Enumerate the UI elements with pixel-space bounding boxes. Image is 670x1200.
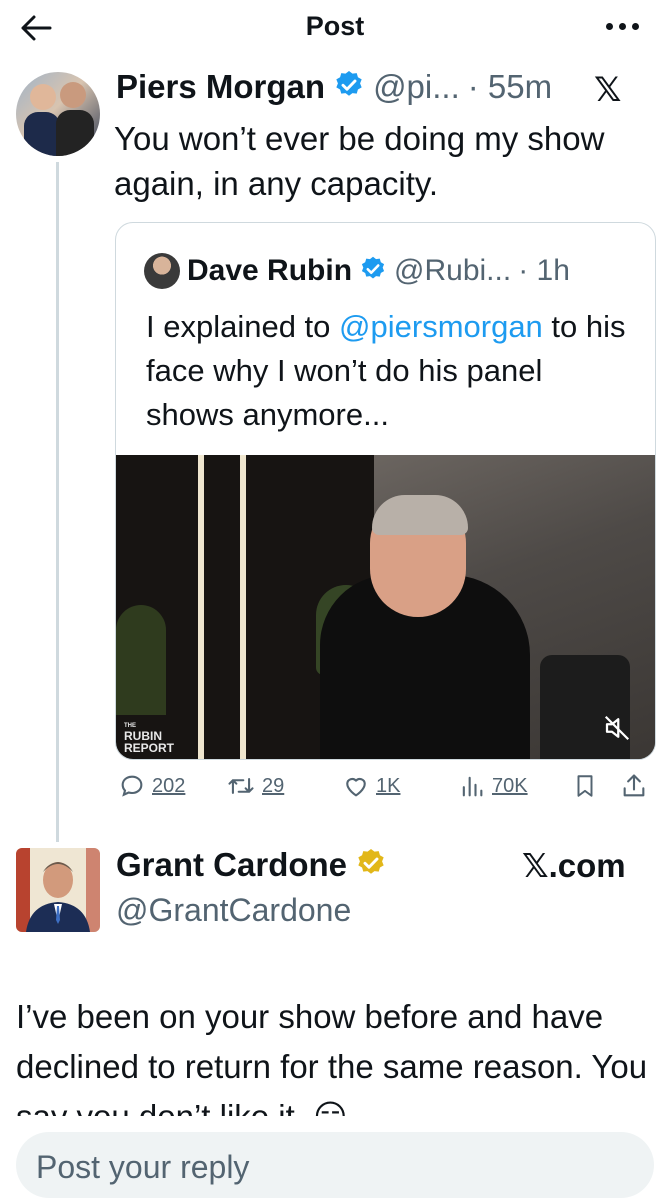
reply-action[interactable]: 202	[118, 772, 185, 800]
repost-action[interactable]: 29	[226, 772, 284, 800]
repost-count: 29	[262, 774, 285, 797]
share-action[interactable]	[620, 772, 648, 800]
video-player[interactable]: THE RUBIN REPORT	[116, 455, 655, 759]
watermark-line2: REPORT	[124, 741, 175, 755]
share-icon	[623, 774, 645, 797]
x-logo-icon: 𝕏	[594, 70, 622, 110]
bookmark-action[interactable]	[572, 772, 598, 800]
thread-line	[56, 162, 59, 842]
reply-avatar[interactable]	[16, 848, 100, 932]
post-header: Piers Morgan @pi... · 55m	[116, 68, 552, 106]
author-handle[interactable]: @pi...	[373, 68, 460, 106]
views-action[interactable]: 70K	[458, 772, 528, 800]
quoted-post-text: I explained to @piersmorgan to his face …	[146, 305, 626, 437]
reply-header: Grant Cardone	[116, 846, 387, 884]
quoted-text-part: I explained to	[146, 309, 340, 344]
bookmark-icon	[577, 775, 593, 797]
like-action[interactable]: 1K	[342, 772, 400, 800]
reply-input[interactable]: Post your reply	[16, 1132, 654, 1198]
post-actions: 202 29 1K 70K	[114, 772, 654, 812]
heart-icon	[346, 777, 366, 797]
more-options-icon[interactable]	[600, 8, 644, 44]
view-count: 70K	[492, 774, 528, 797]
repost-icon	[228, 778, 254, 794]
post-text: You won’t ever be doing my show again, i…	[114, 120, 605, 202]
mute-icon[interactable]	[602, 713, 632, 743]
page-title: Post	[305, 11, 365, 41]
reply-input-placeholder[interactable]: Post your reply	[36, 1149, 249, 1186]
quoted-author-name: Dave Rubin	[187, 254, 353, 287]
gold-verified-badge-icon	[355, 847, 387, 884]
verified-badge-icon	[359, 255, 387, 288]
verified-badge-icon	[333, 69, 365, 106]
top-bar: Post	[0, 0, 670, 56]
author-name[interactable]: Piers Morgan	[116, 68, 325, 106]
video-watermark-logo: THE RUBIN REPORT	[124, 723, 194, 754]
reply-author-handle[interactable]: @GrantCardone	[116, 892, 351, 929]
source-label: 𝕏.com	[522, 847, 626, 884]
reply-author-name[interactable]: Grant Cardone	[116, 846, 347, 884]
views-icon	[462, 776, 483, 797]
reply-icon	[121, 775, 143, 797]
post-time[interactable]: · 55m	[468, 68, 552, 106]
avatar[interactable]	[16, 72, 100, 156]
quoted-post-time: · 1h	[518, 254, 570, 287]
quoted-author-handle: @Rubi...	[394, 254, 512, 287]
quoted-post[interactable]: Dave Rubin @Rubi... · 1h I explained to …	[115, 222, 656, 760]
mention-link[interactable]: @piersmorgan	[339, 309, 543, 344]
like-count: 1K	[376, 774, 401, 797]
quoted-avatar	[144, 253, 180, 289]
reply-count: 202	[152, 774, 186, 797]
